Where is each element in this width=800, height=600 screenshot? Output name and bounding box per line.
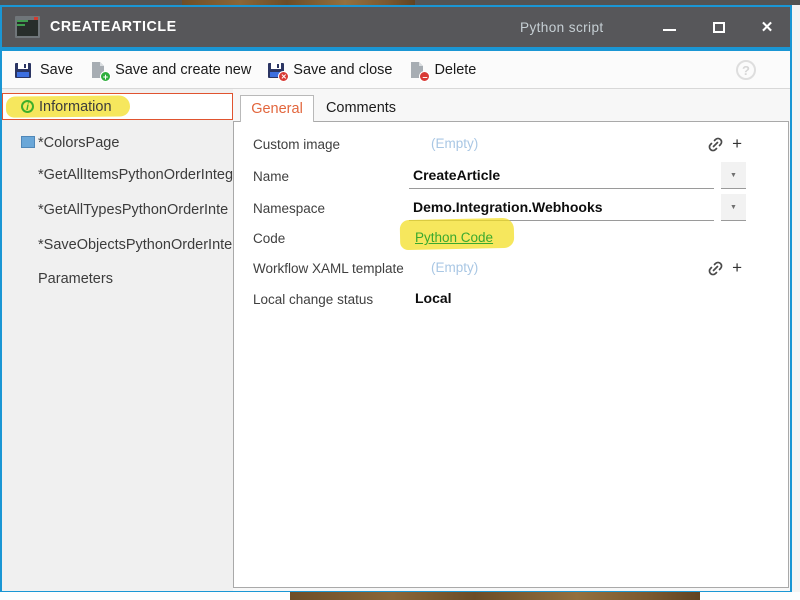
namespace-label: Namespace bbox=[253, 201, 325, 216]
sidebar-item-label: Information bbox=[39, 99, 112, 115]
sidebar-item-getalltypes[interactable]: *GetAllTypesPythonOrderInte bbox=[2, 196, 233, 223]
sidebar-item-label: *GetAllItemsPythonOrderInteg bbox=[38, 167, 233, 183]
desktop-photo-bottom bbox=[290, 592, 700, 600]
field-code: Code Python Code bbox=[234, 226, 788, 252]
tab-general[interactable]: General bbox=[240, 95, 314, 122]
close-button[interactable]: ✕ bbox=[750, 7, 784, 47]
main-area: General Comments Custom image (Empty) + bbox=[233, 89, 790, 591]
document-plus-icon: + bbox=[88, 60, 108, 80]
custom-image-label: Custom image bbox=[253, 137, 340, 152]
sidebar-item-label: Parameters bbox=[38, 271, 113, 287]
app-icon bbox=[15, 16, 40, 38]
toolbar: Save + Save and create new ✕ bbox=[2, 51, 790, 89]
minimize-icon bbox=[663, 29, 676, 31]
local-change-status-label: Local change status bbox=[253, 292, 373, 307]
field-local-change-status: Local change status Local bbox=[234, 287, 788, 313]
sidebar-item-colorspage[interactable]: *ColorsPage bbox=[2, 129, 233, 156]
field-workflow-xaml: Workflow XAML template (Empty) + bbox=[234, 256, 788, 282]
namespace-value[interactable]: Demo.Integration.Webhooks bbox=[413, 199, 603, 215]
desktop-background-right bbox=[792, 5, 800, 592]
custom-image-value[interactable]: (Empty) bbox=[431, 136, 478, 151]
sidebar-tree: i Information *ColorsPage *GetAllItemsPy… bbox=[2, 89, 233, 591]
floppy-close-icon: ✕ bbox=[266, 60, 286, 80]
workflow-xaml-label: Workflow XAML template bbox=[253, 261, 404, 276]
field-namespace: Namespace Demo.Integration.Webhooks ▼ bbox=[234, 196, 788, 222]
save-label: Save bbox=[40, 62, 73, 78]
name-dropdown[interactable]: ▼ bbox=[721, 162, 746, 189]
save-floppy-icon bbox=[13, 60, 33, 80]
sidebar-item-getallitems[interactable]: *GetAllItemsPythonOrderInteg bbox=[2, 161, 233, 188]
delete-button[interactable]: – Delete bbox=[407, 60, 476, 80]
local-change-status-value: Local bbox=[415, 290, 452, 306]
save-and-close-button[interactable]: ✕ Save and close bbox=[266, 60, 392, 80]
save-and-close-label: Save and close bbox=[293, 62, 392, 78]
sidebar-item-label: *ColorsPage bbox=[38, 135, 119, 151]
sidebar-item-saveobjects[interactable]: *SaveObjectsPythonOrderInte bbox=[2, 231, 233, 258]
add-icon[interactable]: + bbox=[732, 135, 742, 153]
titlebar: CREATEARTICLE Python script ✕ bbox=[2, 7, 790, 47]
add-icon[interactable]: + bbox=[732, 259, 742, 277]
save-and-create-new-label: Save and create new bbox=[115, 62, 251, 78]
link-icon[interactable] bbox=[704, 132, 728, 156]
document-minus-icon: – bbox=[407, 60, 427, 80]
sidebar-item-parameters[interactable]: Parameters bbox=[2, 265, 233, 292]
help-icon[interactable]: ? bbox=[736, 60, 756, 80]
window-body: i Information *ColorsPage *GetAllItemsPy… bbox=[2, 89, 790, 591]
general-tab-panel: Custom image (Empty) + Name CreateArticl… bbox=[233, 121, 789, 588]
chevron-down-icon: ▼ bbox=[730, 172, 737, 179]
minimize-button[interactable] bbox=[652, 7, 686, 47]
link-icon[interactable] bbox=[704, 256, 728, 280]
info-icon: i bbox=[21, 100, 34, 113]
code-label: Code bbox=[253, 231, 285, 246]
save-button[interactable]: Save bbox=[13, 60, 73, 80]
sidebar-item-label: *SaveObjectsPythonOrderInte bbox=[38, 237, 232, 253]
delete-label: Delete bbox=[434, 62, 476, 78]
save-and-create-new-button[interactable]: + Save and create new bbox=[88, 60, 251, 80]
name-label: Name bbox=[253, 169, 289, 184]
maximize-button[interactable] bbox=[702, 7, 736, 47]
page-icon bbox=[21, 136, 35, 148]
name-value[interactable]: CreateArticle bbox=[413, 167, 500, 183]
sidebar-item-information[interactable]: i Information bbox=[2, 93, 233, 120]
field-name: Name CreateArticle ▼ bbox=[234, 164, 788, 190]
python-code-link[interactable]: Python Code bbox=[415, 230, 493, 245]
namespace-dropdown[interactable]: ▼ bbox=[721, 194, 746, 221]
maximize-icon bbox=[713, 22, 725, 33]
field-custom-image: Custom image (Empty) + bbox=[234, 132, 788, 158]
sidebar-item-label: *GetAllTypesPythonOrderInte bbox=[38, 202, 228, 218]
window-subtitle: Python script bbox=[520, 19, 604, 35]
application-window: CREATEARTICLE Python script ✕ Save bbox=[0, 5, 792, 592]
chevron-down-icon: ▼ bbox=[730, 204, 737, 211]
tab-comments[interactable]: Comments bbox=[321, 95, 401, 122]
window-title: CREATEARTICLE bbox=[50, 18, 177, 35]
workflow-xaml-value[interactable]: (Empty) bbox=[431, 260, 478, 275]
